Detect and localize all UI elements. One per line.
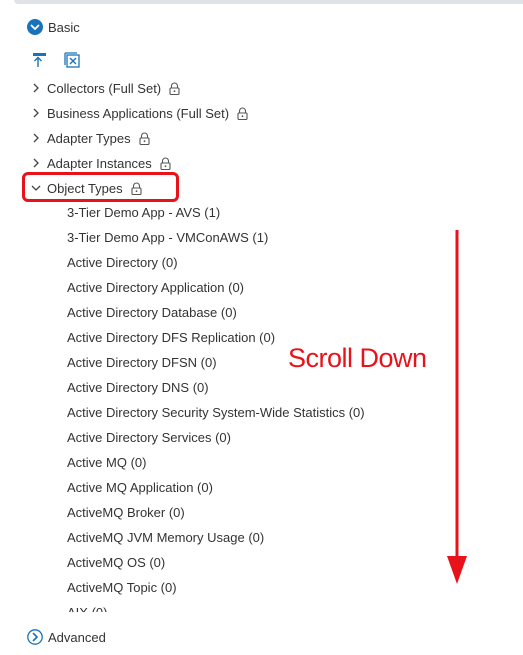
object-types-highlight-box [22,172,179,202]
advanced-section-label: Advanced [48,629,106,645]
tree-toolbar [30,52,80,68]
top-panel-edge [14,0,523,4]
list-item[interactable]: Active Directory (0) [67,250,178,275]
list-item[interactable]: ActiveMQ OS (0) [67,550,165,575]
arrow-down-icon [447,230,467,584]
scroll-down-annotation: Scroll Down [288,343,427,373]
lock-icon [160,157,171,170]
tree-item-label: Collectors (Full Set) [47,80,162,96]
tree-item-label: Business Applications (Full Set) [47,105,230,121]
tree-item-business-applications[interactable]: Business Applications (Full Set) [30,101,248,125]
list-item[interactable]: Active Directory Services (0) [67,425,231,450]
tree-item-collectors[interactable]: Collectors (Full Set) [30,76,180,100]
lock-icon [139,132,150,145]
tree-item-adapter-types[interactable]: Adapter Types [30,126,150,150]
list-item[interactable]: AIX (0) [67,600,107,612]
list-item[interactable]: 3-Tier Demo App - AVS (1) [67,200,220,225]
chevron-right-icon [33,133,39,143]
list-item[interactable]: Active MQ Application (0) [67,475,213,500]
basic-section-label: Basic [48,19,80,35]
lock-icon [237,107,248,120]
list-item[interactable]: 3-Tier Demo App - VMConAWS (1) [67,225,268,250]
list-item[interactable]: Active Directory Database (0) [67,300,237,325]
tree-item-label: Adapter Instances [47,155,152,171]
list-item[interactable]: Active Directory Security System-Wide St… [67,400,365,425]
basic-section-toggle[interactable]: Basic [27,17,80,37]
list-item[interactable]: Active MQ (0) [67,450,146,475]
list-item[interactable]: Active Directory DFS Replication (0) [67,325,275,350]
chevron-down-circle-icon [27,19,43,35]
tree-item-label: Adapter Types [47,130,131,146]
list-item[interactable]: Active Directory DFSN (0) [67,350,217,375]
list-item[interactable]: ActiveMQ Broker (0) [67,500,185,525]
list-item[interactable]: Active Directory Application (0) [67,275,244,300]
lock-icon [169,82,180,95]
list-item[interactable]: ActiveMQ Topic (0) [67,575,177,600]
chevron-right-icon [33,83,39,93]
list-item[interactable]: Active Directory DNS (0) [67,375,209,400]
chevron-right-icon [33,158,39,168]
collapse-all-icon[interactable] [30,52,48,68]
advanced-section-toggle[interactable]: Advanced [27,627,106,647]
deselect-all-icon[interactable] [64,52,80,68]
chevron-right-circle-icon [27,629,43,645]
list-item[interactable]: ActiveMQ JVM Memory Usage (0) [67,525,264,550]
chevron-right-icon [33,108,39,118]
